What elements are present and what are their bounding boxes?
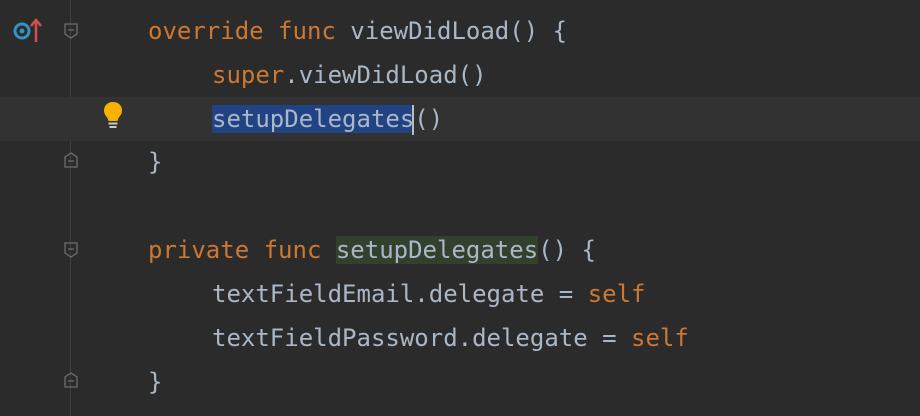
usage-highlighted-identifier[interactable]: setupDelegates bbox=[335, 236, 539, 264]
method-call: .viewDidLoad() bbox=[284, 61, 487, 89]
code-line[interactable]: override func viewDidLoad() { bbox=[148, 9, 567, 53]
intention-bulb-icon[interactable] bbox=[101, 100, 125, 130]
assignment: textFieldPassword.delegate = bbox=[212, 324, 632, 352]
keyword-private: private bbox=[148, 236, 250, 264]
function-signature: viewDidLoad() { bbox=[350, 17, 568, 45]
keyword-func: func bbox=[278, 17, 336, 45]
code-line[interactable]: } bbox=[148, 360, 162, 404]
fold-end-icon[interactable] bbox=[64, 152, 78, 168]
keyword-super: super bbox=[212, 61, 285, 89]
closing-brace: } bbox=[148, 148, 163, 176]
keyword-func: func bbox=[263, 236, 322, 264]
keyword-self: self bbox=[631, 324, 689, 352]
code-line[interactable]: super.viewDidLoad() bbox=[212, 53, 487, 97]
current-line-highlight bbox=[0, 97, 920, 141]
code-line[interactable]: textFieldPassword.delegate = self bbox=[212, 316, 689, 360]
override-method-icon[interactable] bbox=[12, 16, 44, 46]
function-params: () { bbox=[538, 236, 596, 264]
closing-brace: } bbox=[148, 368, 163, 396]
code-line[interactable]: private func setupDelegates() { bbox=[148, 228, 596, 272]
code-line-current[interactable]: setupDelegates() bbox=[212, 97, 443, 141]
selected-identifier[interactable]: setupDelegates bbox=[212, 105, 415, 133]
fold-start-icon[interactable] bbox=[64, 23, 78, 39]
assignment: textFieldEmail.delegate = bbox=[212, 280, 588, 308]
fold-start-icon[interactable] bbox=[64, 242, 78, 258]
code-line[interactable]: textFieldEmail.delegate = self bbox=[212, 272, 645, 316]
gutter-divider bbox=[70, 0, 71, 416]
keyword-override: override bbox=[148, 17, 264, 45]
code-line[interactable]: } bbox=[148, 140, 162, 184]
keyword-self: self bbox=[587, 280, 646, 308]
fold-end-icon[interactable] bbox=[64, 372, 78, 388]
call-parens: () bbox=[414, 105, 444, 133]
